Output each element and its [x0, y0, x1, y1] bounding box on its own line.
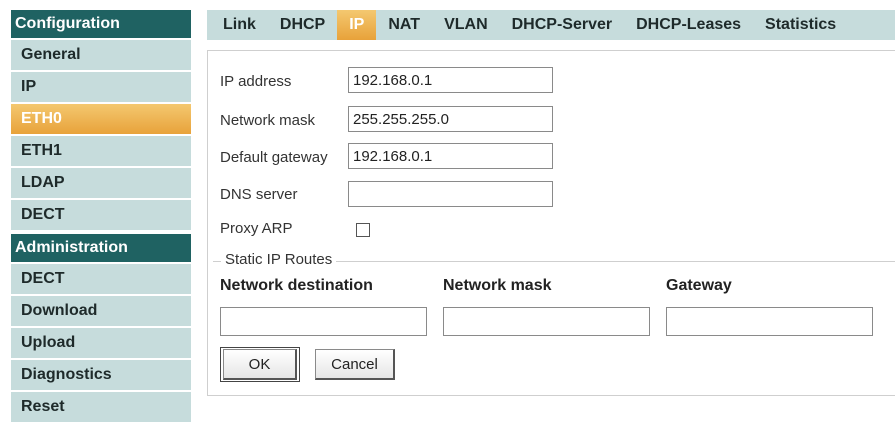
- sidebar-item-ldap[interactable]: LDAP: [11, 168, 191, 198]
- tab-vlan[interactable]: VLAN: [432, 10, 500, 40]
- column-network-destination: Network destination: [220, 277, 373, 294]
- sidebar-item-upload[interactable]: Upload: [11, 328, 191, 358]
- tab-statistics[interactable]: Statistics: [753, 10, 848, 40]
- ip-address-label: IP address: [220, 73, 292, 90]
- redaction-blot: [588, 136, 640, 168]
- tab-bar: Link DHCP IP NAT VLAN DHCP-Server DHCP-L…: [207, 10, 895, 40]
- administration-header: Administration: [11, 234, 191, 262]
- ip-settings-panel: IP address Network mask Default gateway …: [207, 50, 895, 396]
- ip-address-input[interactable]: [348, 67, 553, 93]
- sidebar-item-general[interactable]: General: [11, 40, 191, 70]
- route-destination-input[interactable]: [220, 307, 427, 336]
- default-gateway-input[interactable]: [348, 143, 553, 169]
- tab-link[interactable]: Link: [211, 10, 268, 40]
- sidebar: Configuration General IP ETH0 ETH1 LDAP …: [11, 10, 191, 424]
- default-gateway-label: Default gateway: [220, 149, 328, 166]
- tab-ip[interactable]: IP: [337, 10, 377, 40]
- network-mask-label: Network mask: [220, 112, 316, 129]
- dns-server-label: DNS server: [220, 186, 298, 203]
- redaction-blot: [593, 101, 643, 141]
- tab-dhcp-leases[interactable]: DHCP-Leases: [624, 10, 753, 40]
- sidebar-item-ip[interactable]: IP: [11, 72, 191, 102]
- dns-server-input[interactable]: [348, 181, 553, 207]
- sidebar-item-reset[interactable]: Reset: [11, 392, 191, 422]
- sidebar-item-eth0[interactable]: ETH0: [11, 104, 191, 134]
- tab-dhcp-server[interactable]: DHCP-Server: [500, 10, 624, 40]
- proxy-arp-label: Proxy ARP: [220, 220, 293, 237]
- route-gateway-input[interactable]: [666, 307, 873, 336]
- tab-nat[interactable]: NAT: [376, 10, 432, 40]
- sidebar-item-download[interactable]: Download: [11, 296, 191, 326]
- tab-dhcp[interactable]: DHCP: [268, 10, 337, 40]
- proxy-arp-checkbox[interactable]: [356, 223, 370, 237]
- sidebar-item-diagnostics[interactable]: Diagnostics: [11, 360, 191, 390]
- route-mask-input[interactable]: [443, 307, 650, 336]
- sidebar-item-eth1[interactable]: ETH1: [11, 136, 191, 166]
- network-mask-input[interactable]: [348, 106, 553, 132]
- ok-button[interactable]: OK: [223, 349, 297, 380]
- configuration-header: Configuration: [11, 10, 191, 38]
- sidebar-item-dect-config[interactable]: DECT: [11, 200, 191, 230]
- redaction-blot: [583, 57, 638, 107]
- column-network-mask: Network mask: [443, 277, 552, 294]
- column-gateway: Gateway: [666, 277, 732, 294]
- static-routes-legend: Static IP Routes: [221, 251, 337, 268]
- sidebar-item-dect-admin[interactable]: DECT: [11, 264, 191, 294]
- cancel-button[interactable]: Cancel: [315, 349, 395, 380]
